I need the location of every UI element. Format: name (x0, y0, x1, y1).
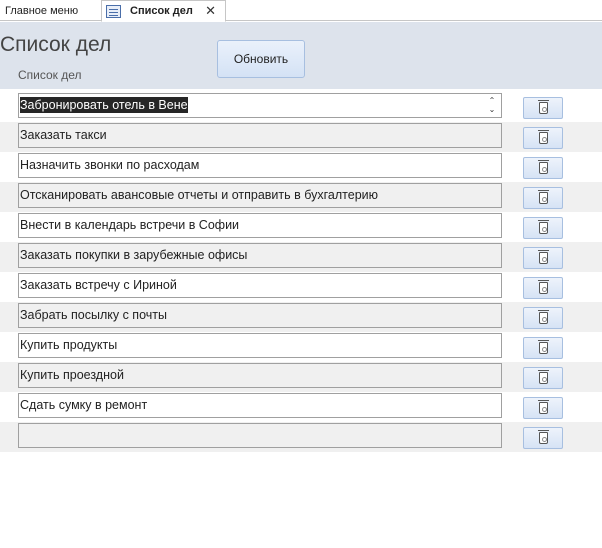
delete-task-button[interactable] (523, 187, 563, 209)
task-field[interactable]: Внести в календарь встречи в Софии (18, 213, 502, 238)
task-row: Внести в календарь встречи в Софии (0, 212, 602, 242)
task-row: Заказать встречу с Ириной (0, 272, 602, 302)
delete-task-button[interactable] (523, 367, 563, 389)
delete-task-button[interactable] (523, 337, 563, 359)
tab-main-menu-label: Главное меню (5, 4, 79, 17)
task-text: Купить проездной (20, 368, 124, 382)
task-row: Сдать сумку в ремонт (0, 392, 602, 422)
task-field[interactable]: Отсканировать авансовые отчеты и отправи… (18, 183, 502, 208)
delete-task-button[interactable] (523, 157, 563, 179)
task-row: Забронировать отель в Вене ⌃ ⌄ (0, 92, 602, 122)
trash-icon (537, 400, 549, 414)
task-text: Внести в календарь встречи в Софии (20, 218, 240, 232)
trash-icon (537, 310, 549, 324)
delete-task-button[interactable] (523, 97, 563, 119)
task-field[interactable]: Купить продукты (18, 333, 502, 358)
scroll-arrows-icon[interactable]: ⌃ ⌄ (487, 96, 497, 116)
trash-icon (537, 130, 549, 144)
task-text: Забрать посылку с почты (20, 308, 167, 322)
tab-task-list[interactable]: Список дел ✕ (101, 0, 226, 22)
task-field[interactable]: Заказать такси (18, 123, 502, 148)
task-text: Заказать встречу с Ириной (20, 278, 177, 292)
task-text: Отсканировать авансовые отчеты и отправи… (20, 188, 379, 202)
task-text: Заказать покупки в зарубежные офисы (20, 248, 248, 262)
task-row: Заказать покупки в зарубежные офисы (0, 242, 602, 272)
delete-task-button[interactable] (523, 217, 563, 239)
task-row: Отсканировать авансовые отчеты и отправи… (0, 182, 602, 212)
trash-icon (537, 160, 549, 174)
task-field[interactable]: Назначить звонки по расходам (18, 153, 502, 178)
task-row: Купить проездной (0, 362, 602, 392)
task-field[interactable]: Заказать покупки в зарубежные офисы (18, 243, 502, 268)
close-icon[interactable]: ✕ (205, 3, 216, 19)
task-row: Заказать такси (0, 122, 602, 152)
trash-icon (537, 100, 549, 114)
trash-icon (537, 190, 549, 204)
task-field[interactable] (18, 423, 502, 448)
delete-task-button[interactable] (523, 397, 563, 419)
trash-icon (537, 340, 549, 354)
delete-task-button[interactable] (523, 277, 563, 299)
task-text: Купить продукты (20, 338, 118, 352)
delete-task-button[interactable] (523, 427, 563, 449)
trash-icon (537, 250, 549, 264)
trash-icon (537, 220, 549, 234)
task-row: Купить продукты (0, 332, 602, 362)
task-field[interactable]: Заказать встречу с Ириной (18, 273, 502, 298)
form-header: Список дел Список дел Обновить (0, 22, 602, 89)
task-text: Сдать сумку в ремонт (20, 398, 148, 412)
delete-task-button[interactable] (523, 307, 563, 329)
form-title: Список дел (0, 33, 112, 56)
task-row (0, 422, 602, 452)
task-field[interactable]: Забрать посылку с почты (18, 303, 502, 328)
delete-task-button[interactable] (523, 247, 563, 269)
tab-strip: Главное меню Список дел ✕ (0, 0, 602, 22)
tab-main-menu[interactable]: Главное меню (0, 0, 96, 21)
task-field[interactable]: Сдать сумку в ремонт (18, 393, 502, 418)
task-text: Забронировать отель в Вене (20, 97, 188, 113)
refresh-button[interactable]: Обновить (217, 40, 305, 78)
task-field[interactable]: Купить проездной (18, 363, 502, 388)
task-text: Назначить звонки по расходам (20, 158, 200, 172)
task-row: Забрать посылку с почты (0, 302, 602, 332)
refresh-button-label: Обновить (233, 52, 289, 66)
task-field[interactable]: Забронировать отель в Вене ⌃ ⌄ (18, 93, 502, 118)
delete-task-button[interactable] (523, 127, 563, 149)
task-text: Заказать такси (20, 128, 107, 142)
trash-icon (537, 430, 549, 444)
trash-icon (537, 280, 549, 294)
form-icon (106, 4, 121, 18)
trash-icon (537, 370, 549, 384)
tab-task-list-label: Список дел (130, 5, 193, 17)
task-row: Назначить звонки по расходам (0, 152, 602, 182)
column-label: Список дел (18, 68, 82, 82)
